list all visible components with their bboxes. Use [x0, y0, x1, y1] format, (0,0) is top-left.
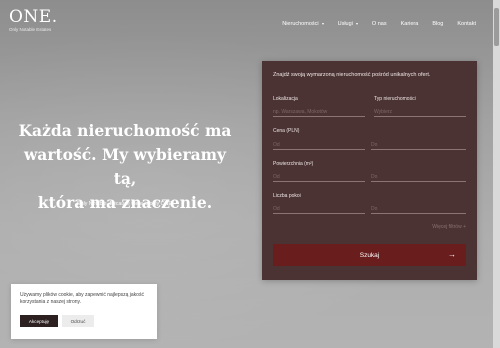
nav-item-nieruchomosci[interactable]: Nieruchomości: [282, 20, 324, 28]
search-button[interactable]: Szukaj →: [273, 244, 466, 266]
logo-title: ONE.: [9, 7, 58, 27]
nav-label: Blog: [432, 21, 444, 27]
nav-label: O nas: [371, 21, 387, 27]
search-button-label: Szukaj: [359, 251, 380, 259]
type-label: Typ nieruchomości: [374, 96, 416, 102]
search-panel: Znajdź swoją wymarzoną nieruchomość pośr…: [262, 61, 477, 280]
arrow-right-icon: →: [448, 250, 456, 259]
nav-item-o-nas[interactable]: O nas: [372, 20, 387, 28]
price-label: Cena (PLN): [273, 128, 300, 134]
hero-subtitle: Only Notable. Because there is only ONE.: [76, 201, 174, 207]
nav-label: Nieruchomości: [282, 21, 319, 27]
area-label: Powierzchnia (m²): [273, 161, 314, 167]
more-filters-link[interactable]: Więcej filtrów +: [432, 224, 466, 230]
site-header: ONE. Only Notable Estates Nieruchomości …: [0, 0, 500, 50]
chevron-down-icon: [355, 23, 358, 25]
rooms-to-input[interactable]: Do: [371, 204, 466, 214]
search-intro: Znajdź swoją wymarzoną nieruchomość pośr…: [273, 72, 431, 78]
cookie-reject-button[interactable]: Odrzuć: [62, 315, 94, 327]
rooms-label: Liczba pokoi: [273, 193, 301, 199]
location-label: Lokalizacja: [273, 96, 298, 102]
nav-label: Kontakt: [457, 21, 476, 27]
hero-title-line: wartość. My wybieramy tą,: [23, 145, 227, 188]
area-from-input[interactable]: Od: [273, 172, 365, 182]
nav-item-blog[interactable]: Blog: [432, 20, 443, 28]
nav-item-uslugi[interactable]: Usługi: [338, 20, 358, 28]
price-from-input[interactable]: Od: [273, 140, 365, 150]
area-to-input[interactable]: Do: [371, 172, 466, 182]
price-to-input[interactable]: Do: [371, 140, 466, 150]
cookie-accept-button[interactable]: Akceptuję: [20, 315, 58, 327]
main-nav: Nieruchomości Usługi O nas Kariera Blog …: [268, 20, 476, 28]
scrollbar-thumb[interactable]: [494, 8, 499, 46]
nav-label: Kariera: [400, 21, 419, 27]
hero-title-line: Każda nieruchomość ma: [18, 121, 232, 140]
chevron-down-icon: [321, 23, 324, 25]
location-input[interactable]: np. Warszawa, Mokotów: [273, 107, 365, 117]
cookie-banner: Używamy plików cookie, aby zapewnić najl…: [11, 284, 157, 339]
nav-item-kariera[interactable]: Kariera: [401, 20, 419, 28]
cookie-text: Używamy plików cookie, aby zapewnić najl…: [20, 292, 144, 305]
logo-subtitle: Only Notable Estates: [9, 27, 52, 32]
type-select[interactable]: Wybierz: [374, 107, 466, 117]
scrollbar[interactable]: [493, 0, 500, 348]
nav-label: Usługi: [337, 21, 353, 27]
nav-item-kontakt[interactable]: Kontakt: [457, 20, 476, 28]
rooms-from-input[interactable]: Od: [273, 204, 365, 214]
logo[interactable]: ONE. Only Notable Estates: [9, 7, 58, 33]
